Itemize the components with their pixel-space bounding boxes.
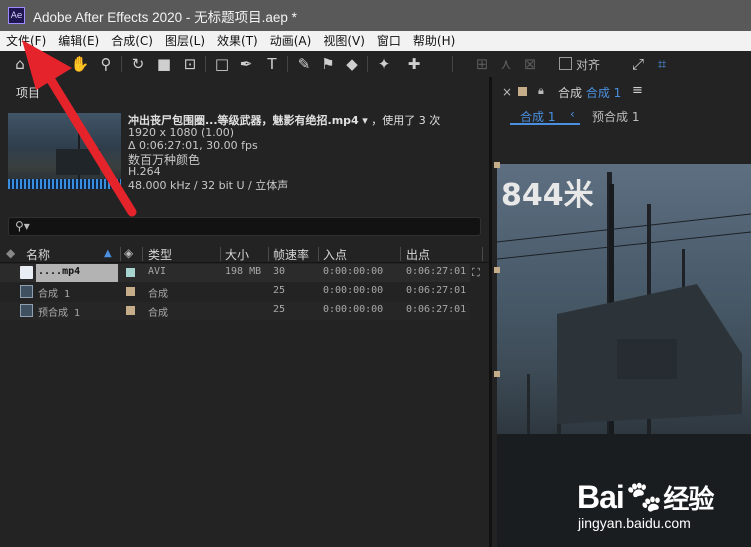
item-in: 0:00:00:00 [323, 285, 384, 296]
column-type[interactable]: 类型 [148, 246, 172, 263]
world-axis-icon[interactable]: ⋏ [496, 54, 516, 74]
breadcrumb-comp: 合成 1 [520, 110, 556, 124]
breadcrumb-precomp[interactable]: 预合成 1 [592, 108, 639, 125]
after-effects-logo: Ae [8, 7, 25, 24]
search-icon: ⚲▾ [15, 219, 30, 233]
file-icon [20, 266, 33, 279]
home-icon[interactable]: ⌂ [10, 54, 30, 74]
item-type: 合成 [148, 289, 168, 300]
clone-stamp-tool-icon[interactable]: ⚑ [318, 54, 338, 74]
selection-tool-icon[interactable]: ➤ [46, 54, 66, 74]
panel-label: 合成 [558, 86, 583, 100]
label-column-icon: ◆ [6, 246, 16, 260]
item-in: 0:00:00:00 [323, 304, 384, 315]
table-row[interactable]: ....mp4 AVI 198 MB 30 0:00:00:00 0:06:27… [0, 264, 470, 282]
brush-tool-icon[interactable]: ✎ [294, 54, 314, 74]
snap-label: 对齐 [576, 58, 601, 72]
item-fps: 30 [273, 266, 286, 277]
project-table-header: ◆ 名称 ▲ ◈ 类型 大小 帧速率 入点 出点 [0, 245, 489, 263]
hand-tool-icon[interactable]: ✋ [70, 54, 90, 74]
baidu-url: jingyan.baidu.com [578, 515, 691, 531]
composition-panel-tab[interactable]: 合成 合成 1 [558, 84, 621, 101]
paw-icon: 🐾︎ [623, 479, 665, 515]
menu-animation[interactable]: 动画(A) [264, 31, 318, 51]
view-axis-icon[interactable]: ⊠ [520, 54, 540, 74]
local-axis-icon[interactable]: ⊞ [472, 54, 492, 74]
item-size: 198 MB [225, 266, 262, 277]
layer-handle[interactable] [494, 162, 500, 168]
puppet-pin-tool-icon[interactable]: ✚ [404, 54, 424, 74]
baidu-logo-text: Bai🐾︎经验 [577, 479, 714, 515]
item-type: AVI [148, 266, 167, 277]
snap-checkbox[interactable] [559, 57, 572, 70]
footage-resolution: 1920 x 1080 (1.00) [128, 126, 235, 139]
item-fps: 25 [273, 304, 286, 315]
panel-menu-icon[interactable]: ≡ [632, 83, 643, 98]
item-name: ....mp4 [38, 266, 81, 277]
tag-icon[interactable]: ◈ [124, 246, 133, 260]
zoom-tool-icon[interactable]: ⚲ [96, 54, 116, 74]
title-bar: Ae Adobe After Effects 2020 - 无标题项目.aep … [0, 0, 751, 31]
video-overlay-text: 844米 [501, 178, 594, 213]
label-color-swatch [518, 87, 527, 96]
item-fps: 25 [273, 285, 286, 296]
camera-tool-icon[interactable]: ■ [154, 54, 174, 74]
item-name: 合成 1 [38, 289, 71, 300]
item-out: 0:06:27:01 [406, 285, 467, 296]
sort-ascending-icon[interactable]: ▲ [104, 248, 112, 259]
type-tool-icon[interactable]: T [262, 54, 282, 74]
pan-behind-tool-icon[interactable]: ⊡ [180, 54, 200, 74]
tools-toolbar: ⌂ ➤ ✋ ⚲ ↻ ■ ⊡ □ ✒ T ✎ ⚑ ◆ ✦ ✚ ⊞ ⋏ ⊠ 对齐 ⤢… [0, 51, 751, 78]
pen-tool-icon[interactable]: ✒ [236, 54, 256, 74]
menu-effect[interactable]: 效果(T) [211, 31, 264, 51]
lock-icon[interactable]: 🔒︎ [538, 84, 544, 98]
footage-usage: ，使用了 3 次 [371, 114, 441, 127]
active-comp-name: 合成 1 [585, 86, 622, 100]
column-name[interactable]: 名称 [26, 246, 50, 263]
audio-waveform [8, 179, 121, 189]
table-row[interactable]: 预合成 1 合成 25 0:00:00:00 0:06:27:01 [0, 302, 470, 320]
roto-brush-tool-icon[interactable]: ✦ [374, 54, 394, 74]
breadcrumb-active[interactable]: 合成 1 ‹ [510, 107, 580, 125]
item-out: 0:06:27:01 [406, 304, 467, 315]
item-out: 0:06:27:01 [406, 266, 467, 277]
label-color-swatch[interactable] [126, 287, 135, 296]
column-size[interactable]: 大小 [225, 246, 249, 263]
menu-help[interactable]: 帮助(H) [407, 31, 461, 51]
column-out-point[interactable]: 出点 [406, 246, 430, 263]
column-in-point[interactable]: 入点 [323, 246, 347, 263]
menu-layer[interactable]: 图层(L) [159, 31, 211, 51]
item-type: 合成 [148, 308, 168, 319]
menu-edit[interactable]: 编辑(E) [52, 31, 105, 51]
eraser-tool-icon[interactable]: ◆ [342, 54, 362, 74]
menu-bar: 文件(F) 编辑(E) 合成(C) 图层(L) 效果(T) 动画(A) 视图(V… [0, 31, 751, 51]
label-color-swatch[interactable] [126, 268, 135, 277]
rectangle-tool-icon[interactable]: □ [212, 54, 232, 74]
table-row[interactable]: 合成 1 合成 25 0:00:00:00 0:06:27:01 [0, 283, 470, 301]
layer-handle[interactable] [494, 267, 500, 273]
menu-view[interactable]: 视图(V) [317, 31, 371, 51]
composition-icon [20, 285, 33, 298]
footage-audio: 48.000 kHz / 32 bit U / 立体声 [128, 179, 289, 192]
close-panel-icon[interactable]: × [502, 85, 512, 99]
layer-handle[interactable] [494, 371, 500, 377]
target-icon[interactable]: ⌗ [652, 54, 672, 74]
column-frame-rate[interactable]: 帧速率 [273, 246, 309, 263]
item-in: 0:00:00:00 [323, 266, 384, 277]
item-name: 预合成 1 [38, 308, 81, 319]
menu-file[interactable]: 文件(F) [0, 31, 52, 51]
label-color-swatch[interactable] [126, 306, 135, 315]
menu-composition[interactable]: 合成(C) [105, 31, 159, 51]
menu-window[interactable]: 窗口 [371, 31, 407, 51]
chevron-left-icon: ‹ [570, 107, 575, 121]
footage-thumbnail [8, 113, 121, 189]
window-title: Adobe After Effects 2020 - 无标题项目.aep * [33, 9, 297, 25]
expand-icon[interactable]: ⤢ [628, 54, 648, 74]
flowchart-icon[interactable]: ⛶ [472, 266, 480, 280]
composition-icon [20, 304, 33, 317]
chevron-down-icon[interactable]: ▾ [362, 114, 368, 127]
rotate-tool-icon[interactable]: ↻ [128, 54, 148, 74]
project-search-input[interactable]: ⚲▾ [8, 217, 481, 236]
project-panel-tab[interactable]: 项目 [16, 84, 40, 101]
